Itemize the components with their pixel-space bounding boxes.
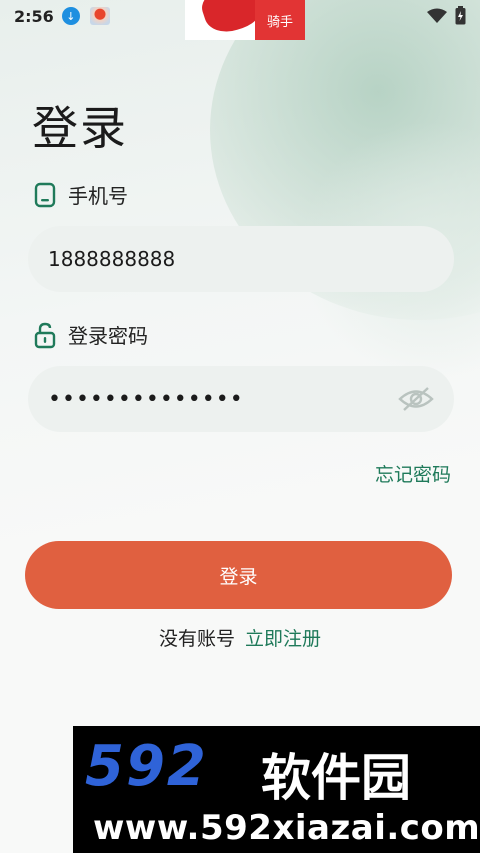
password-field[interactable]: ••••••••••••••: [28, 366, 454, 432]
eye-off-icon[interactable]: [398, 386, 434, 412]
password-input[interactable]: ••••••••••••••: [48, 387, 398, 412]
password-label-text: 登录密码: [68, 324, 148, 348]
page-title: 登录: [32, 101, 128, 155]
app-notification-icon: [89, 7, 110, 25]
watermark-brand-cn: 软件园: [261, 749, 411, 807]
register-prompt: 没有账号 立即注册: [0, 624, 480, 651]
battery-icon: [455, 6, 466, 25]
lock-icon: [34, 321, 56, 349]
phone-label-text: 手机号: [68, 184, 128, 208]
register-link[interactable]: 立即注册: [245, 628, 321, 650]
download-icon: ↓: [61, 7, 80, 25]
status-time: 2:56: [14, 6, 54, 26]
phone-input[interactable]: [48, 247, 434, 271]
phone-icon: [34, 182, 56, 208]
watermark-banner: 592 软件园 www.592xiazai.com: [73, 726, 480, 853]
password-label: 登录密码: [34, 320, 148, 349]
logo-tag: 骑手: [255, 0, 305, 40]
login-button[interactable]: 登录: [25, 541, 452, 609]
status-indicators: [427, 6, 466, 25]
phone-field[interactable]: [28, 226, 454, 292]
wifi-icon: [427, 8, 447, 24]
phone-label: 手机号: [34, 180, 128, 209]
brand-logo: 骑手: [185, 0, 305, 40]
forgot-password-link[interactable]: 忘记密码: [375, 460, 451, 487]
watermark-url: www.592xiazai.com: [93, 808, 480, 848]
no-account-text: 没有账号: [158, 628, 235, 650]
watermark-brand: 592: [85, 734, 208, 799]
